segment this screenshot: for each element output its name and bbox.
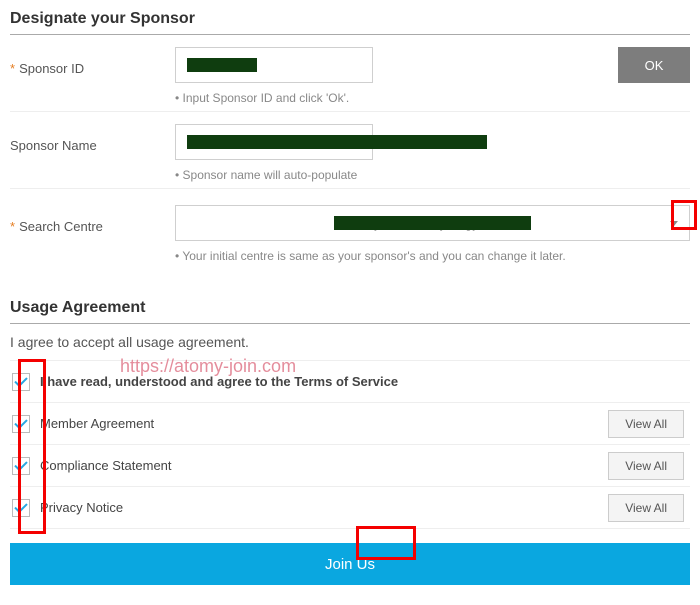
section-designate-sponsor-title: Designate your Sponsor xyxy=(10,10,690,35)
agreement-label: I have read, understood and agree to the… xyxy=(40,374,684,389)
agreement-item-privacy: Privacy Notice View All xyxy=(10,487,690,529)
search-centre-select[interactable]: Atomy London Synergy Centre xyxy=(175,205,690,241)
redaction-block xyxy=(334,216,532,230)
usage-agreement-intro: I agree to accept all usage agreement. xyxy=(10,334,690,350)
checkbox-privacy[interactable] xyxy=(12,499,30,517)
hint-sponsor-id: • Input Sponsor ID and click 'Ok'. xyxy=(175,91,690,105)
view-all-button[interactable]: View All xyxy=(608,410,684,438)
join-us-button[interactable]: Join Us xyxy=(10,543,690,585)
label-search-centre: *Search Centre xyxy=(10,205,175,234)
redaction-block xyxy=(187,58,257,72)
label-sponsor-name: Sponsor Name xyxy=(10,124,175,153)
check-icon xyxy=(14,499,27,512)
check-icon xyxy=(14,457,27,470)
required-marker: * xyxy=(10,219,15,234)
join-us-label: Join Us xyxy=(325,556,375,573)
check-icon xyxy=(14,373,27,386)
agreement-label: Member Agreement xyxy=(40,416,598,431)
section-usage-agreement-title: Usage Agreement xyxy=(10,299,690,324)
agreement-item-compliance: Compliance Statement View All xyxy=(10,445,690,487)
agreement-label: Compliance Statement xyxy=(40,458,598,473)
required-marker: * xyxy=(10,61,15,76)
checkbox-terms[interactable] xyxy=(12,373,30,391)
check-icon xyxy=(14,415,27,428)
row-sponsor-name: Sponsor Name • Sponsor name will auto-po… xyxy=(10,112,690,189)
chevron-down-icon xyxy=(659,206,689,240)
label-sponsor-id: *Sponsor ID xyxy=(10,47,175,76)
checkbox-member[interactable] xyxy=(12,415,30,433)
agreement-label: Privacy Notice xyxy=(40,500,598,515)
agreement-item-member: Member Agreement View All xyxy=(10,403,690,445)
row-sponsor-id: *Sponsor ID OK • Input Sponsor ID and cl… xyxy=(10,35,690,112)
view-all-button[interactable]: View All xyxy=(608,494,684,522)
agreement-list: I have read, understood and agree to the… xyxy=(10,360,690,529)
hint-search-centre: • Your initial centre is same as your sp… xyxy=(175,249,690,263)
ok-button[interactable]: OK xyxy=(618,47,690,83)
redaction-block xyxy=(187,135,487,149)
checkbox-compliance[interactable] xyxy=(12,457,30,475)
row-search-centre: *Search Centre Atomy London Synergy Cent… xyxy=(10,193,690,269)
agreement-item-terms: I have read, understood and agree to the… xyxy=(10,361,690,403)
view-all-button[interactable]: View All xyxy=(608,452,684,480)
hint-sponsor-name: • Sponsor name will auto-populate xyxy=(175,168,690,182)
